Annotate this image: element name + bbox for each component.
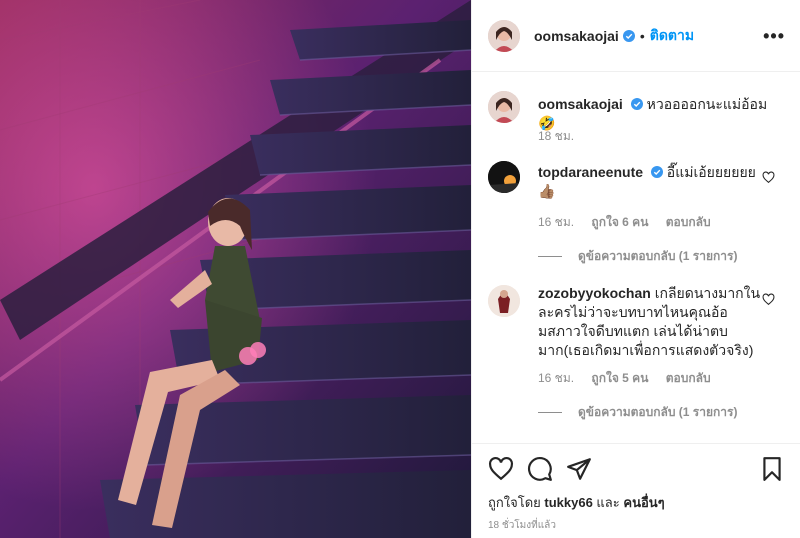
- comment-text-emoji: 👍🏽: [538, 183, 556, 199]
- comment-likes-count[interactable]: ถูกใจ 6 คน: [591, 215, 648, 229]
- post-timestamp[interactable]: 18 ชั่วโมงที่แล้ว: [488, 518, 556, 533]
- liked-by-prefix: ถูกใจโดย: [488, 495, 541, 510]
- comment-like-heart-icon[interactable]: [762, 293, 775, 306]
- comment-username[interactable]: topdaraneenute: [538, 164, 643, 180]
- comment-text-line: ละครไม่ว่าจะบทบาทไหนคุณอ้อ: [538, 304, 728, 320]
- commenter-avatar[interactable]: [488, 161, 520, 193]
- comment-meta: 16 ชม. ถูกใจ 5 คน ตอบกลับ: [538, 369, 725, 388]
- staircase-photo-illustration: [0, 0, 471, 538]
- author-username[interactable]: oomsakaojai: [534, 28, 619, 44]
- heart-icon[interactable]: [488, 456, 514, 482]
- comment-likes-count[interactable]: ถูกใจ 5 คน: [591, 371, 648, 385]
- verified-badge-icon: [630, 98, 643, 110]
- comment-body: zozobyyokochan เกลียดนางมากใน ละครไม่ว่า…: [538, 284, 768, 360]
- caption-avatar[interactable]: [488, 91, 520, 123]
- instagram-post: oomsakaojai • ติดตาม ••• oomsakaojai หวอ…: [0, 0, 800, 538]
- view-replies-button[interactable]: ดูข้อความตอบกลับ (1 รายการ): [538, 247, 737, 266]
- comment-text: เกลียดนางมากใน: [654, 285, 761, 301]
- comment-body: topdaraneenute อี๊แม่เอ้ยยยยยย 👍🏽: [538, 163, 768, 201]
- post-actions: ถูกใจโดย tukky66 และ คนอื่นๆ 18 ชั่วโมงท…: [472, 443, 800, 538]
- follow-button[interactable]: ติดตาม: [650, 25, 694, 47]
- comment-text-line: มสภาวใจดีบทแตก เล่นได้น่าตบ: [538, 323, 728, 339]
- commenter-avatar[interactable]: [488, 285, 520, 317]
- post-details-panel: oomsakaojai • ติดตาม ••• oomsakaojai หวอ…: [471, 0, 800, 538]
- post-photo[interactable]: [0, 0, 471, 538]
- caption-username[interactable]: oomsakaojai: [538, 96, 623, 112]
- header-separator: •: [639, 27, 645, 44]
- view-replies-button[interactable]: ดูข้อความตอบกลับ (1 รายการ): [538, 403, 737, 422]
- share-icon[interactable]: [566, 456, 592, 482]
- reply-button[interactable]: ตอบกลับ: [666, 215, 711, 229]
- bookmark-icon[interactable]: [759, 456, 785, 482]
- comment-text: อี๊แม่เอ้ยยยยยย: [666, 164, 756, 180]
- comment-text-line: มาก(เธอเกิดมาเพื่อการแสดงตัวจริง): [538, 342, 754, 358]
- liked-by-user[interactable]: tukky66: [544, 495, 592, 510]
- liked-by-others[interactable]: คนอื่นๆ: [623, 495, 664, 510]
- caption-meta: 18 ชม.: [538, 127, 588, 146]
- more-options-icon[interactable]: •••: [763, 26, 785, 47]
- comment-meta: 16 ชม. ถูกใจ 6 คน ตอบกลับ: [538, 213, 725, 232]
- comment-time[interactable]: 16 ชม.: [538, 215, 574, 229]
- comment-icon[interactable]: [527, 456, 553, 482]
- reply-button[interactable]: ตอบกลับ: [666, 371, 711, 385]
- author-avatar[interactable]: [488, 19, 520, 52]
- liked-by: ถูกใจโดย tukky66 และ คนอื่นๆ: [488, 492, 665, 513]
- commenter-avatar-image: [488, 161, 520, 193]
- verified-badge-icon: [622, 29, 635, 42]
- liked-by-and: และ: [596, 495, 620, 510]
- author-avatar-image: [488, 19, 520, 52]
- caption-time[interactable]: 18 ชม.: [538, 129, 574, 143]
- view-replies-label: ดูข้อความตอบกลับ (1 รายการ): [578, 405, 738, 419]
- view-replies-line: [538, 256, 562, 257]
- comment-username[interactable]: zozobyyokochan: [538, 285, 651, 301]
- comments-list[interactable]: oomsakaojai หวออออกนะแม่อ้อม 🤣 18 ชม. to…: [472, 73, 800, 443]
- comment-time[interactable]: 16 ชม.: [538, 371, 574, 385]
- view-replies-label: ดูข้อความตอบกลับ (1 รายการ): [578, 249, 738, 263]
- post-header: oomsakaojai • ติดตาม •••: [472, 0, 800, 72]
- caption-avatar-image: [488, 91, 520, 123]
- commenter-avatar-image: [488, 285, 520, 317]
- comment-like-heart-icon[interactable]: [762, 171, 775, 184]
- verified-badge-icon: [650, 166, 663, 178]
- view-replies-line: [538, 412, 562, 413]
